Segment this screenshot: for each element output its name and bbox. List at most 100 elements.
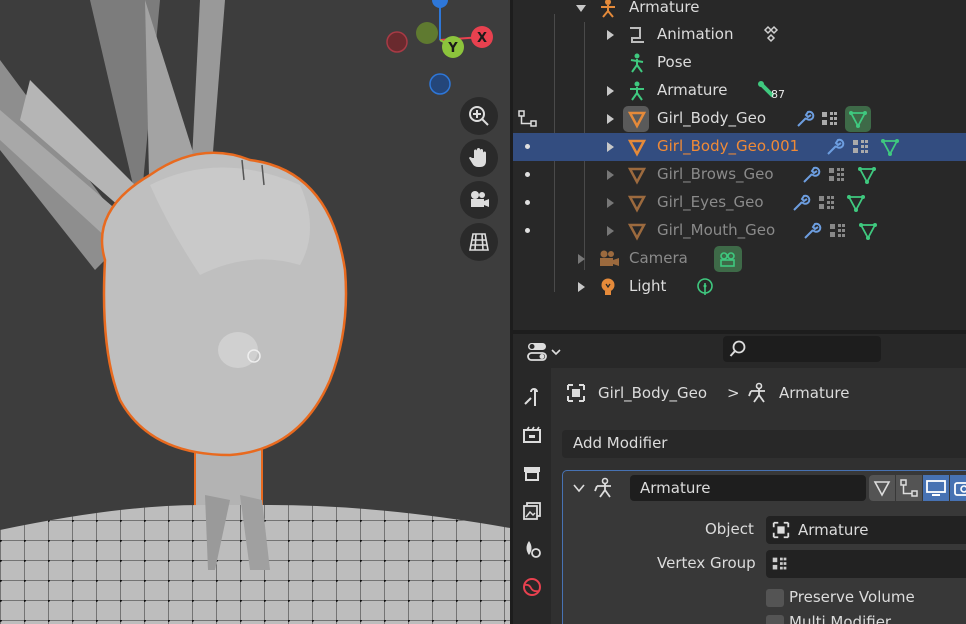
armature-modifier-icon [594, 477, 611, 498]
tab-tool[interactable] [518, 382, 546, 412]
object-field[interactable]: Armature [766, 516, 966, 544]
outliner-label: Pose [657, 53, 692, 71]
collapse-arrow-icon[interactable] [576, 5, 586, 12]
armature-modifier-panel: Armature Object Armature Vertex Group Pr… [562, 470, 966, 624]
chevron-down-icon[interactable] [572, 481, 586, 495]
outliner-row-girl-mouth-geo[interactable]: Girl_Mouth_Geo [513, 217, 966, 245]
expand-arrow-icon[interactable] [607, 170, 614, 180]
add-modifier-button[interactable]: Add Modifier [562, 430, 966, 458]
mesh-data-icon [881, 139, 899, 156]
breadcrumb-modifier: Armature [779, 384, 850, 402]
vertex-groups-icon [819, 196, 834, 209]
visibility-dot[interactable] [525, 228, 530, 233]
on-cage-icon [900, 479, 918, 497]
object-icon [772, 521, 790, 539]
expand-arrow-icon[interactable] [607, 114, 614, 124]
tab-view-layer[interactable] [518, 496, 546, 526]
output-printer-icon [524, 467, 540, 481]
outliner-label: Armature [629, 0, 700, 16]
vertex-groups-icon [772, 557, 787, 570]
3d-viewport[interactable]: X Y [0, 0, 510, 624]
mesh-object-icon [627, 111, 647, 129]
expand-arrow-icon[interactable] [607, 86, 614, 96]
expand-arrow-icon[interactable] [607, 198, 614, 208]
outliner-label: Girl_Eyes_Geo [657, 193, 764, 211]
ortho-toggle-button[interactable] [460, 223, 498, 261]
expand-arrow-icon[interactable] [607, 226, 614, 236]
outliner-label: Camera [629, 249, 688, 267]
armature-modifier-icon [748, 382, 765, 403]
camera-view-button[interactable] [460, 181, 498, 219]
object-field-label: Object [705, 520, 754, 538]
multi-modifier-checkbox[interactable] [766, 615, 784, 624]
expand-arrow-icon[interactable] [578, 254, 585, 264]
multi-modifier-label: Multi Modifier [789, 613, 892, 624]
tab-render[interactable] [518, 420, 546, 450]
tab-world[interactable] [518, 572, 546, 602]
wrench-modifier-icon [803, 166, 821, 183]
outliner-row-light[interactable]: Light [513, 273, 966, 301]
vertex-groups-icon [822, 112, 837, 125]
vertex-group-field[interactable] [766, 550, 966, 578]
properties-search-input[interactable] [723, 336, 881, 362]
outliner-row-armature-data[interactable]: Armature 87 [513, 77, 966, 105]
view-layer-icon [523, 502, 541, 520]
properties-tabs [513, 368, 551, 624]
on-cage-toggle[interactable] [896, 475, 922, 501]
light-data-icon [697, 278, 713, 295]
scene-icon [526, 541, 541, 558]
expand-arrow-icon[interactable] [607, 142, 614, 152]
object-field-value: Armature [798, 521, 869, 539]
outliner-row-girl-body-geo-001[interactable]: Girl_Body_Geo.001 [513, 133, 966, 161]
tab-output[interactable] [518, 458, 546, 488]
vertex-group-label: Vertex Group [657, 554, 756, 572]
zoom-icon [469, 106, 489, 126]
armature-object-icon [601, 0, 615, 18]
world-icon [523, 578, 541, 596]
outliner-row-pose[interactable]: Pose [513, 49, 966, 77]
breadcrumb-object: Girl_Body_Geo [598, 384, 708, 402]
mesh-object-icon [627, 195, 647, 213]
pan-button[interactable] [460, 139, 498, 177]
object-icon [567, 384, 585, 402]
pose-icon [630, 53, 644, 73]
expand-arrow-icon[interactable] [578, 282, 585, 292]
viewport-display-toggle[interactable] [923, 475, 949, 501]
outliner-label: Armature [657, 81, 728, 99]
camera-render-icon [954, 482, 966, 496]
mesh-object-icon [627, 167, 647, 185]
mesh-data-icon [847, 195, 865, 212]
preserve-volume-checkbox[interactable] [766, 589, 784, 607]
wrench-modifier-icon [804, 222, 822, 239]
action-keyframes-icon [763, 25, 779, 43]
zoom-button[interactable] [460, 97, 498, 135]
hand-pan-icon [469, 148, 486, 167]
mesh-object-icon [627, 139, 647, 157]
outliner-label: Girl_Body_Geo [657, 109, 767, 127]
gizmo-x-label: X [477, 31, 487, 46]
modifier-name: Armature [640, 479, 711, 497]
expand-arrow-icon[interactable] [607, 30, 614, 40]
vertex-groups-icon [829, 168, 844, 181]
wrench-modifier-icon [797, 110, 815, 127]
outliner-label: Animation [657, 25, 734, 43]
render-toggle[interactable] [950, 475, 966, 501]
visibility-dot[interactable] [525, 200, 530, 205]
outliner-row-animation[interactable]: Animation [513, 21, 966, 49]
tab-scene[interactable] [518, 534, 546, 564]
mesh-data-icon [858, 167, 876, 184]
visibility-dot[interactable] [525, 144, 530, 149]
outliner-row-camera[interactable]: Camera [513, 245, 966, 273]
editor-type-dropdown[interactable] [525, 339, 567, 365]
navigation-gizmo[interactable]: X Y [384, 0, 500, 100]
outliner-row-girl-body-geo[interactable]: Girl_Body_Geo [513, 105, 966, 133]
outliner-row-girl-eyes-geo[interactable]: Girl_Eyes_Geo [513, 189, 966, 217]
outliner-row-armature[interactable]: Armature [513, 0, 966, 22]
visibility-dot[interactable] [525, 172, 530, 177]
mesh-data-icon [859, 223, 877, 240]
light-object-icon [601, 278, 615, 295]
outliner-row-girl-brows-geo[interactable]: Girl_Brows_Geo [513, 161, 966, 189]
modifier-name-input[interactable]: Armature [630, 475, 866, 501]
outliner-label: Girl_Mouth_Geo [657, 221, 776, 239]
edit-mode-toggle[interactable] [869, 475, 895, 501]
